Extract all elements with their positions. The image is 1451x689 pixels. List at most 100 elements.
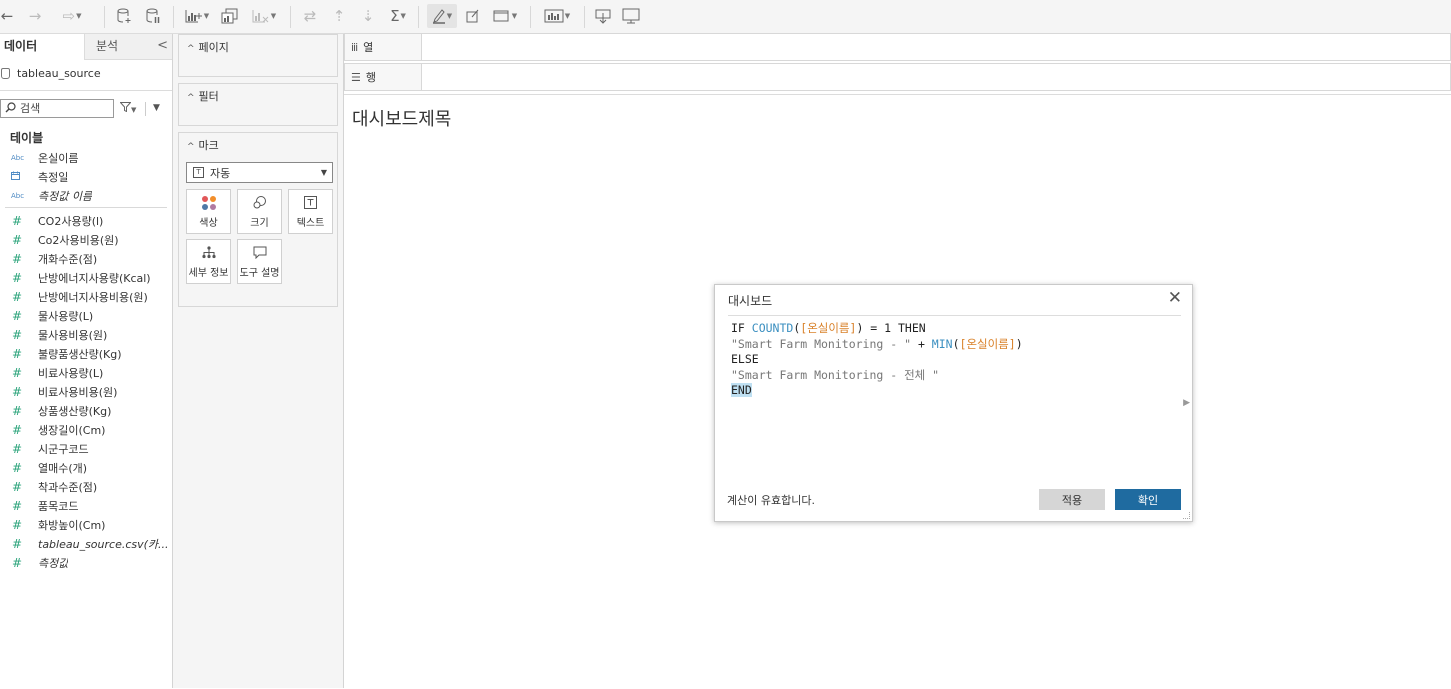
text-button-label: 텍스트 <box>296 217 325 229</box>
show-me-icon[interactable]: ▼ <box>540 4 574 28</box>
chevron-up-icon[interactable]: ^ <box>187 93 195 103</box>
size-button[interactable]: 크기 <box>237 189 282 234</box>
chevron-up-icon[interactable]: ^ <box>187 142 195 152</box>
color-button[interactable]: 색상 <box>186 189 231 234</box>
dialog-title[interactable]: 대시보드 <box>728 292 772 309</box>
measure-field[interactable]: # 시군구코드 <box>0 439 172 458</box>
highlight-icon[interactable]: ▼ <box>427 4 457 28</box>
calendar-icon <box>0 171 38 183</box>
text-button[interactable]: 텍스트 <box>288 189 333 234</box>
measure-field[interactable]: # 화방높이(Cm) <box>0 515 172 534</box>
rows-shelf[interactable]: ☰ 행 <box>344 63 1451 91</box>
number-type-icon: # <box>12 308 23 323</box>
measure-field[interactable]: # 비료사용량(L) <box>0 363 172 382</box>
new-worksheet-icon[interactable]: ▼ <box>183 4 211 28</box>
field-search-box[interactable] <box>0 99 114 118</box>
filter-fields-icon[interactable]: ▼ <box>119 101 136 115</box>
presentation-icon[interactable] <box>620 4 642 28</box>
sort-asc-icon[interactable]: ⇡ <box>329 4 349 28</box>
undo-icon[interactable]: ← <box>0 4 14 28</box>
dimension-field[interactable]: Abc 측정값 이름 <box>0 186 172 205</box>
totals-glyph: Σ <box>390 7 400 25</box>
tab-data[interactable]: 데이터 <box>0 34 84 60</box>
sheet-title[interactable]: 대시보드제목 <box>352 105 451 131</box>
detail-button[interactable]: 세부 정보 <box>186 239 231 284</box>
formula-line-1: IF COUNTD([온실이름]) = 1 THEN <box>731 321 926 335</box>
download-icon[interactable] <box>593 4 613 28</box>
rows-shelf-label: 행 <box>365 71 376 84</box>
field-name: 물사용비용(원) <box>38 328 108 342</box>
measure-field[interactable]: # tableau_source.csv(카... <box>0 534 172 553</box>
sort-desc-icon[interactable]: ⇣ <box>358 4 378 28</box>
size-icon <box>252 195 268 211</box>
swap-icon[interactable]: ⇄ <box>300 4 320 28</box>
duplicate-icon[interactable] <box>219 4 241 28</box>
dimension-field[interactable]: 측정일 <box>0 167 172 186</box>
field-name: 불량품생산량(Kg) <box>38 347 122 361</box>
field-name: 화방높이(Cm) <box>38 518 106 532</box>
dimension-field[interactable]: Abc 온실이름 <box>0 148 172 167</box>
pane-menu-icon[interactable]: ▼ <box>153 103 160 113</box>
field-name: 비료사용비용(원) <box>38 385 118 399</box>
measure-field[interactable]: # 품목코드 <box>0 496 172 515</box>
pages-card-title: 페이지 <box>198 41 229 54</box>
datasource-item[interactable]: tableau_source <box>0 64 101 82</box>
measure-field[interactable]: # Co2사용비용(원) <box>0 230 172 249</box>
measure-field[interactable]: # 불량품생산량(Kg) <box>0 344 172 363</box>
columns-icon: iii <box>351 40 358 54</box>
field-name: 열매수(개) <box>38 461 88 475</box>
measure-field[interactable]: # 생장길이(Cm) <box>0 420 172 439</box>
measure-field[interactable]: # 물사용비용(원) <box>0 325 172 344</box>
tables-heading: 테이블 <box>10 131 44 145</box>
apply-button[interactable]: 적용 <box>1039 489 1105 510</box>
field-name: 착과수준(점) <box>38 480 98 494</box>
mark-type-select[interactable]: T 자동 ▼ <box>186 162 333 183</box>
collapse-pane-icon[interactable]: < <box>157 34 168 58</box>
tab-analysis[interactable]: 분석 < <box>84 34 172 60</box>
measure-field[interactable]: # 난방에너지사용비용(원) <box>0 287 172 306</box>
columns-shelf[interactable]: iii 열 <box>344 33 1451 61</box>
field-name: 온실이름 <box>38 151 79 165</box>
size-button-label: 크기 <box>250 217 269 229</box>
measure-field[interactable]: # 비료사용비용(원) <box>0 382 172 401</box>
fit-icon[interactable]: ▼ <box>490 4 520 28</box>
field-name: 품목코드 <box>38 499 79 513</box>
string-type-icon: Abc <box>11 191 25 200</box>
close-icon[interactable]: ✕ <box>1168 290 1182 307</box>
clear-sheet-icon[interactable]: ▼ <box>249 4 279 28</box>
filters-card[interactable]: ^ 필터 <box>178 83 338 126</box>
measure-field[interactable]: # 착과수준(점) <box>0 477 172 496</box>
mark-type-value: 자동 <box>210 166 231 180</box>
color-dots-icon <box>201 195 216 211</box>
formula-line-4: "Smart Farm Monitoring - 전체 " <box>731 367 940 382</box>
measure-field[interactable]: # 상품생산량(Kg) <box>0 401 172 420</box>
measure-field[interactable]: # 물사용량(L) <box>0 306 172 325</box>
measure-field[interactable]: # CO2사용량(l) <box>0 211 172 230</box>
measure-field[interactable]: # 난방에너지사용량(Kcal) <box>0 268 172 287</box>
redo-icon[interactable]: → <box>28 4 42 28</box>
number-type-icon: # <box>12 517 23 532</box>
measure-field[interactable]: # 개화수준(점) <box>0 249 172 268</box>
annotate-icon[interactable] <box>463 4 483 28</box>
field-name: 난방에너지사용비용(원) <box>38 290 148 304</box>
color-dot <box>209 203 216 210</box>
totals-icon[interactable]: Σ ▼ <box>386 4 410 28</box>
field-name: tableau_source.csv(카... <box>38 537 169 551</box>
replay-icon[interactable]: ⇨ ▼ <box>54 4 90 28</box>
field-name: CO2사용량(l) <box>38 214 104 228</box>
pages-card[interactable]: ^ 페이지 <box>178 34 338 77</box>
number-type-icon: # <box>12 403 23 418</box>
new-datasource-icon[interactable] <box>114 4 134 28</box>
chevron-up-icon[interactable]: ^ <box>187 44 195 54</box>
ok-button[interactable]: 확인 <box>1115 489 1181 510</box>
measure-field[interactable]: # 측정값 <box>0 553 172 572</box>
measure-field[interactable]: # 열매수(개) <box>0 458 172 477</box>
formula-line-2: "Smart Farm Monitoring - " + MIN([온실이름]) <box>731 336 1023 351</box>
number-type-icon: # <box>12 251 23 266</box>
expand-arrow-icon[interactable]: ▶ <box>1183 398 1190 408</box>
resize-grip-icon[interactable] <box>1183 512 1190 519</box>
search-input[interactable] <box>20 102 106 115</box>
formula-editor[interactable]: IF COUNTD([온실이름]) = 1 THEN "Smart Farm Mo… <box>731 321 1171 399</box>
tooltip-button[interactable]: 도구 설명 <box>237 239 282 284</box>
pause-updates-icon[interactable] <box>143 4 163 28</box>
